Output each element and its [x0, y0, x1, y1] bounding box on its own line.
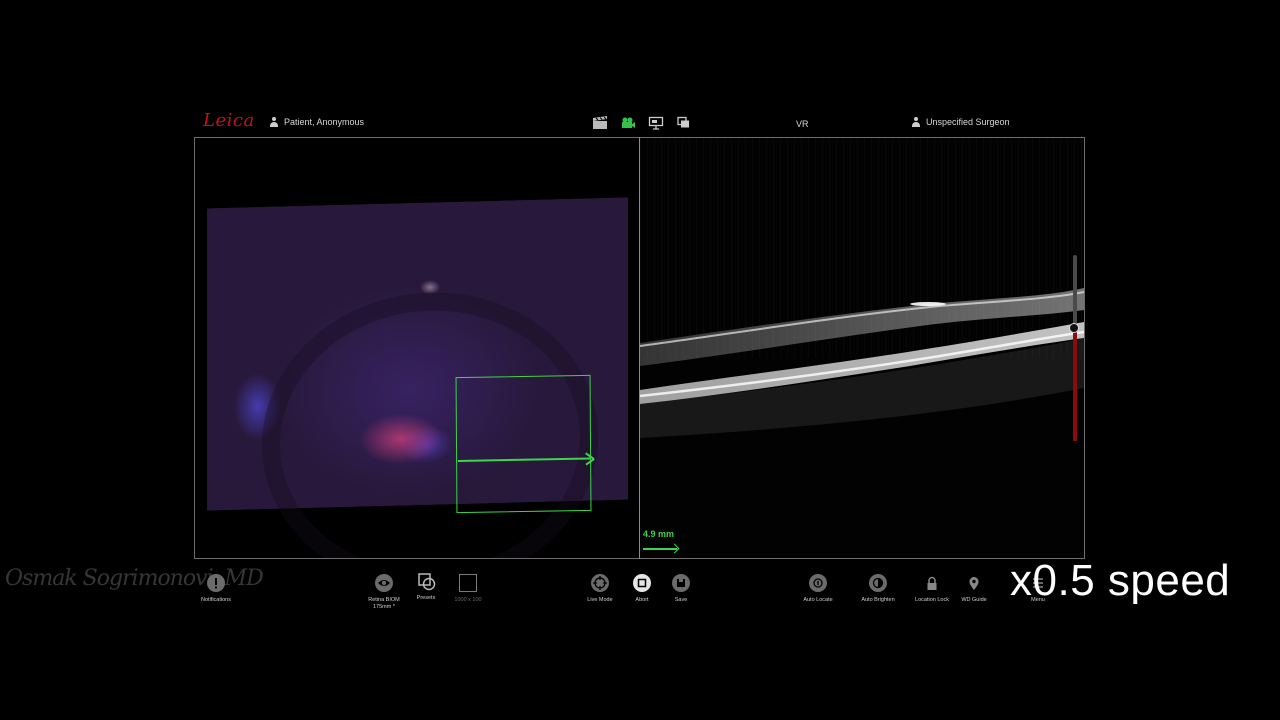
- oct-bscan-image: [640, 288, 1084, 438]
- notifications-label: Notifications: [201, 597, 231, 603]
- oct-scale-arrow-icon: [643, 548, 677, 550]
- depth-slider-knob[interactable]: [1069, 323, 1079, 333]
- wd-guide-button[interactable]: WD Guide: [944, 574, 1004, 604]
- wd-guide-label: WD Guide: [961, 597, 987, 603]
- save-label: Save: [674, 597, 688, 603]
- surgeon-icon: [911, 117, 921, 127]
- presets-icon: [417, 572, 436, 591]
- retina-biom-line2: 175mm *: [372, 604, 395, 610]
- patient-info[interactable]: Patient, Anonymous: [269, 117, 364, 127]
- locate-icon: [809, 574, 827, 592]
- square-icon: [459, 574, 477, 592]
- video-camera-icon[interactable]: [620, 116, 636, 130]
- crosshair-icon: [591, 574, 609, 592]
- oct-scale-label: 4.9 mm: [643, 529, 675, 539]
- lock-icon: [923, 574, 941, 592]
- person-icon: [269, 117, 279, 127]
- depth-slider[interactable]: [1069, 255, 1079, 441]
- auto-locate-label: Auto Locate: [803, 597, 833, 603]
- header-bar: Leica Patient, Anonymous VR Unspecified …: [195, 110, 1085, 137]
- depth-slider-fill: [1073, 328, 1077, 441]
- depth-slider-track: [1073, 255, 1077, 328]
- surgeon-info[interactable]: Unspecified Surgeon: [911, 117, 1010, 127]
- oct-scan-region[interactable]: [455, 374, 592, 514]
- alert-icon: [207, 574, 225, 592]
- layers-icon[interactable]: [676, 116, 692, 130]
- monitor-icon[interactable]: [648, 116, 664, 130]
- patient-name: Patient, Anonymous: [284, 117, 365, 127]
- leica-logo: Leica: [203, 110, 255, 131]
- brightness-icon: [869, 574, 887, 592]
- scan-size-button[interactable]: 1000 x 100: [438, 574, 498, 604]
- auto-locate-button[interactable]: Auto Locate: [788, 574, 848, 604]
- mode-label: VR: [796, 119, 809, 129]
- save-button[interactable]: Save: [651, 574, 711, 604]
- surgeon-name: Unspecified Surgeon: [926, 117, 1010, 127]
- scan-size-label: 1000 x 100: [454, 597, 482, 603]
- auto-brighten-button[interactable]: Auto Brighten: [848, 574, 908, 604]
- notifications-button[interactable]: Notifications: [186, 574, 246, 604]
- playback-speed-overlay: x0.5 speed: [1010, 556, 1231, 605]
- stop-icon: [633, 574, 651, 592]
- map-pin-icon: [965, 574, 983, 592]
- save-icon: [672, 574, 690, 592]
- oct-bscan-panel[interactable]: 4.9 mm: [640, 138, 1084, 558]
- mode-icons: [592, 116, 692, 130]
- clapperboard-icon[interactable]: [592, 116, 608, 130]
- auto-brighten-label: Auto Brighten: [861, 597, 895, 603]
- eye-icon: [375, 574, 393, 592]
